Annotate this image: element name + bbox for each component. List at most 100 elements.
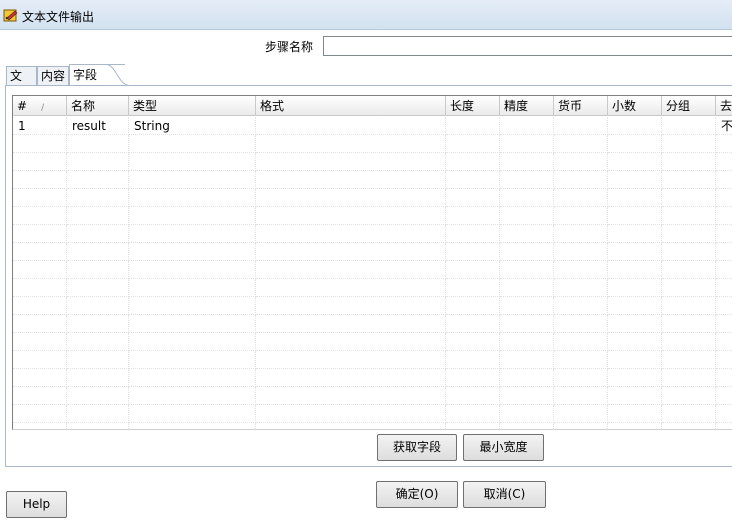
empty-cell	[256, 243, 446, 261]
empty-cell	[608, 207, 662, 225]
column-header-type[interactable]: 类型	[129, 96, 256, 116]
empty-cell	[716, 315, 732, 333]
tab-curve-decoration	[106, 64, 130, 86]
empty-cell	[67, 279, 129, 297]
empty-cell	[67, 171, 129, 189]
column-header-group[interactable]: 分组	[662, 96, 716, 116]
empty-cell	[716, 243, 732, 261]
empty-table-row	[13, 333, 732, 351]
empty-cell	[446, 261, 500, 279]
empty-cell	[256, 387, 446, 405]
empty-table-row	[13, 225, 732, 243]
empty-cell	[446, 243, 500, 261]
fields-table[interactable]: # / 名称 类型 格式 长度 精度 货币 小数 分组 去 1 result St…	[12, 95, 732, 430]
empty-cell	[129, 243, 256, 261]
empty-cell	[554, 387, 608, 405]
empty-cell	[554, 171, 608, 189]
empty-cell	[554, 207, 608, 225]
empty-cell	[256, 351, 446, 369]
empty-cell	[446, 423, 500, 429]
step-name-input[interactable]	[323, 36, 732, 56]
empty-cell	[662, 297, 716, 315]
empty-table-row	[13, 279, 732, 297]
cell-length[interactable]	[446, 117, 500, 135]
empty-cell	[716, 369, 732, 387]
column-header-currency[interactable]: 货币	[554, 96, 608, 116]
empty-cell	[129, 423, 256, 429]
column-header-number[interactable]: # /	[13, 96, 67, 116]
empty-cell	[716, 261, 732, 279]
empty-cell	[67, 225, 129, 243]
window-titlebar: 文本文件输出	[0, 0, 732, 30]
empty-cell	[500, 351, 554, 369]
empty-cell	[500, 153, 554, 171]
empty-cell	[67, 387, 129, 405]
empty-cell	[662, 153, 716, 171]
empty-cell	[256, 135, 446, 153]
tab-content[interactable]: 内容	[37, 66, 69, 86]
cell-precision[interactable]	[500, 117, 554, 135]
column-header-trim[interactable]: 去	[716, 96, 732, 116]
empty-cell	[13, 261, 67, 279]
column-header-precision[interactable]: 精度	[500, 96, 554, 116]
cell-number[interactable]: 1	[13, 117, 67, 135]
window-title: 文本文件输出	[22, 10, 95, 24]
empty-cell	[500, 369, 554, 387]
empty-cell	[256, 297, 446, 315]
empty-cell	[500, 171, 554, 189]
empty-cell	[554, 135, 608, 153]
empty-table-row	[13, 351, 732, 369]
empty-cell	[662, 315, 716, 333]
empty-cell	[13, 315, 67, 333]
empty-cell	[554, 405, 608, 423]
empty-cell	[662, 189, 716, 207]
ok-button[interactable]: 确定(O)	[376, 481, 458, 508]
empty-cell	[256, 405, 446, 423]
empty-cell	[716, 207, 732, 225]
empty-cell	[554, 153, 608, 171]
empty-cell	[446, 207, 500, 225]
min-width-button[interactable]: 最小宽度	[463, 434, 544, 461]
empty-cell	[716, 297, 732, 315]
empty-cell	[446, 225, 500, 243]
empty-cell	[446, 351, 500, 369]
column-header-length[interactable]: 长度	[446, 96, 500, 116]
empty-cell	[13, 387, 67, 405]
empty-cell	[554, 189, 608, 207]
empty-cell	[256, 315, 446, 333]
empty-cell	[129, 279, 256, 297]
table-row[interactable]: 1 result String 不	[13, 117, 732, 135]
cell-currency[interactable]	[554, 117, 608, 135]
empty-cell	[129, 261, 256, 279]
tab-file[interactable]: 文件	[6, 66, 37, 101]
column-header-format[interactable]: 格式	[256, 96, 446, 116]
empty-cell	[662, 171, 716, 189]
cell-format[interactable]	[256, 117, 446, 135]
empty-cell	[608, 261, 662, 279]
empty-cell	[129, 351, 256, 369]
cell-name[interactable]: result	[67, 117, 129, 135]
empty-cell	[67, 423, 129, 429]
empty-cell	[500, 279, 554, 297]
column-header-decimal[interactable]: 小数	[608, 96, 662, 116]
get-fields-button[interactable]: 获取字段	[377, 434, 457, 461]
empty-cell	[662, 369, 716, 387]
empty-cell	[608, 351, 662, 369]
empty-table-row	[13, 189, 732, 207]
empty-cell	[446, 153, 500, 171]
cell-decimal[interactable]	[608, 117, 662, 135]
empty-table-row	[13, 423, 732, 429]
empty-cell	[67, 315, 129, 333]
column-header-name[interactable]: 名称	[67, 96, 129, 116]
empty-cell	[500, 423, 554, 429]
empty-cell	[608, 153, 662, 171]
empty-cell	[608, 405, 662, 423]
cancel-button[interactable]: 取消(C)	[463, 481, 546, 508]
empty-cell	[446, 297, 500, 315]
help-button[interactable]: Help	[6, 491, 67, 518]
empty-cell	[662, 351, 716, 369]
cell-group[interactable]	[662, 117, 716, 135]
cell-type[interactable]: String	[129, 117, 256, 135]
empty-cell	[446, 135, 500, 153]
cell-trim[interactable]: 不	[716, 117, 732, 135]
